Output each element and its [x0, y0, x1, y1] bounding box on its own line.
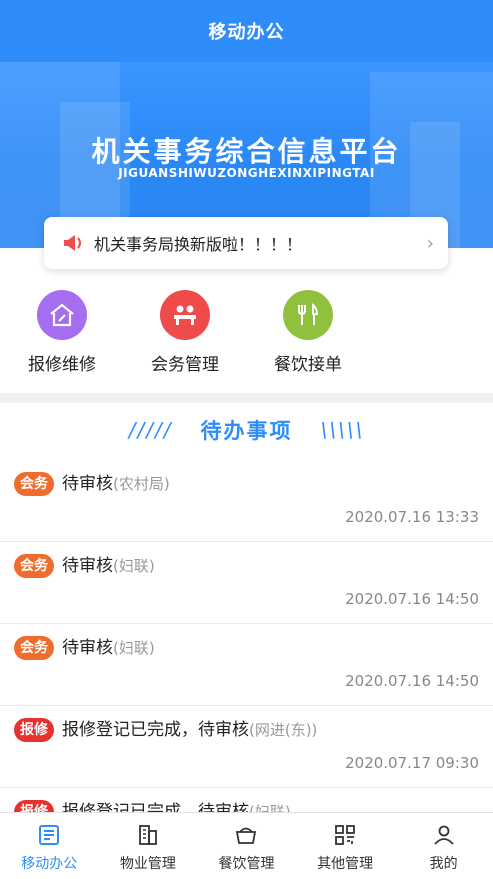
todo-time: 2020.07.16 13:33 — [345, 508, 479, 526]
section-title: 待办事项 — [200, 419, 293, 443]
nav-tab-office[interactable]: 移动办公 — [0, 813, 99, 879]
page-title: 移动办公 — [208, 22, 285, 43]
todo-title: 报修登记已完成，待审核(网进(东)) — [62, 720, 318, 740]
todo-unit: (农村局) — [113, 475, 170, 493]
todo-title: 待审核(妇联) — [62, 638, 155, 658]
todo-tag: 会务 — [14, 472, 54, 496]
quick-action-label: 会务管理 — [151, 355, 219, 375]
todo-item[interactable]: 会务 待审核(妇联) 2020.07.16 14:50 — [0, 542, 493, 624]
nav-tab-dining[interactable]: 餐饮管理 — [197, 813, 296, 879]
section-divider — [0, 393, 493, 403]
todo-item[interactable]: 会务 待审核(农村局) 2020.07.16 13:33 — [0, 460, 493, 542]
quick-action-repair[interactable]: 报修维修 — [17, 290, 107, 375]
todo-item[interactable]: 报修 报修登记已完成，待审核(网进(东)) 2020.07.17 09:30 — [0, 706, 493, 788]
hero-subtitle: JIGUANSHIWUZONGHEXINXIPINGTAI — [118, 166, 375, 180]
todo-unit: (妇联) — [113, 639, 155, 657]
todo-time: 2020.07.16 14:50 — [345, 590, 479, 608]
chevron-right-icon: › — [426, 232, 434, 254]
todo-section-header: ///// 待办事项 \\\\\ — [0, 412, 493, 448]
nav-label: 其他管理 — [317, 856, 374, 872]
todo-time: 2020.07.17 09:30 — [345, 754, 479, 772]
quick-action-label: 餐饮接单 — [274, 355, 342, 375]
top-bar: 移动办公 — [0, 0, 493, 62]
meeting-icon — [160, 290, 210, 340]
todo-unit: (妇联) — [113, 557, 155, 575]
dining-icon — [197, 821, 296, 849]
todo-tag: 报修 — [14, 718, 54, 742]
user-icon — [394, 821, 493, 849]
nav-label: 物业管理 — [119, 856, 176, 872]
office-icon — [0, 821, 99, 849]
nav-tab-property[interactable]: 物业管理 — [99, 813, 198, 879]
todo-time: 2020.07.16 14:50 — [345, 672, 479, 690]
notice-bar[interactable]: 机关事务局换新版啦！！！！ › — [44, 217, 448, 269]
house-repair-icon — [37, 290, 87, 340]
notice-text: 机关事务局换新版啦！！！！ — [94, 235, 303, 254]
nav-tab-mine[interactable]: 我的 — [394, 813, 493, 879]
property-icon — [99, 821, 198, 849]
quick-action-meeting[interactable]: 会务管理 — [140, 290, 230, 375]
nav-label: 我的 — [429, 856, 458, 872]
megaphone-icon — [62, 233, 84, 253]
decorative-slashes-left: ///// — [128, 418, 173, 442]
quick-action-label: 报修维修 — [28, 355, 96, 375]
nav-label: 移动办公 — [21, 856, 78, 872]
todo-unit: (网进(东)) — [249, 721, 318, 739]
todo-title: 待审核(农村局) — [62, 474, 170, 494]
hero-title: 机关事务综合信息平台 — [91, 135, 402, 168]
todo-tag: 会务 — [14, 554, 54, 578]
nav-tab-other[interactable]: 其他管理 — [296, 813, 395, 879]
nav-label: 餐饮管理 — [218, 856, 275, 872]
decorative-slashes-right: \\\\\ — [320, 418, 365, 442]
bottom-nav: 移动办公 物业管理 餐饮管理 其他管理 我的 — [0, 812, 493, 879]
quick-action-dining[interactable]: 餐饮接单 — [263, 290, 353, 375]
cutlery-icon — [283, 290, 333, 340]
qr-grid-icon — [296, 821, 395, 849]
todo-item[interactable]: 会务 待审核(妇联) 2020.07.16 14:50 — [0, 624, 493, 706]
todo-tag: 会务 — [14, 636, 54, 660]
todo-title: 待审核(妇联) — [62, 556, 155, 576]
